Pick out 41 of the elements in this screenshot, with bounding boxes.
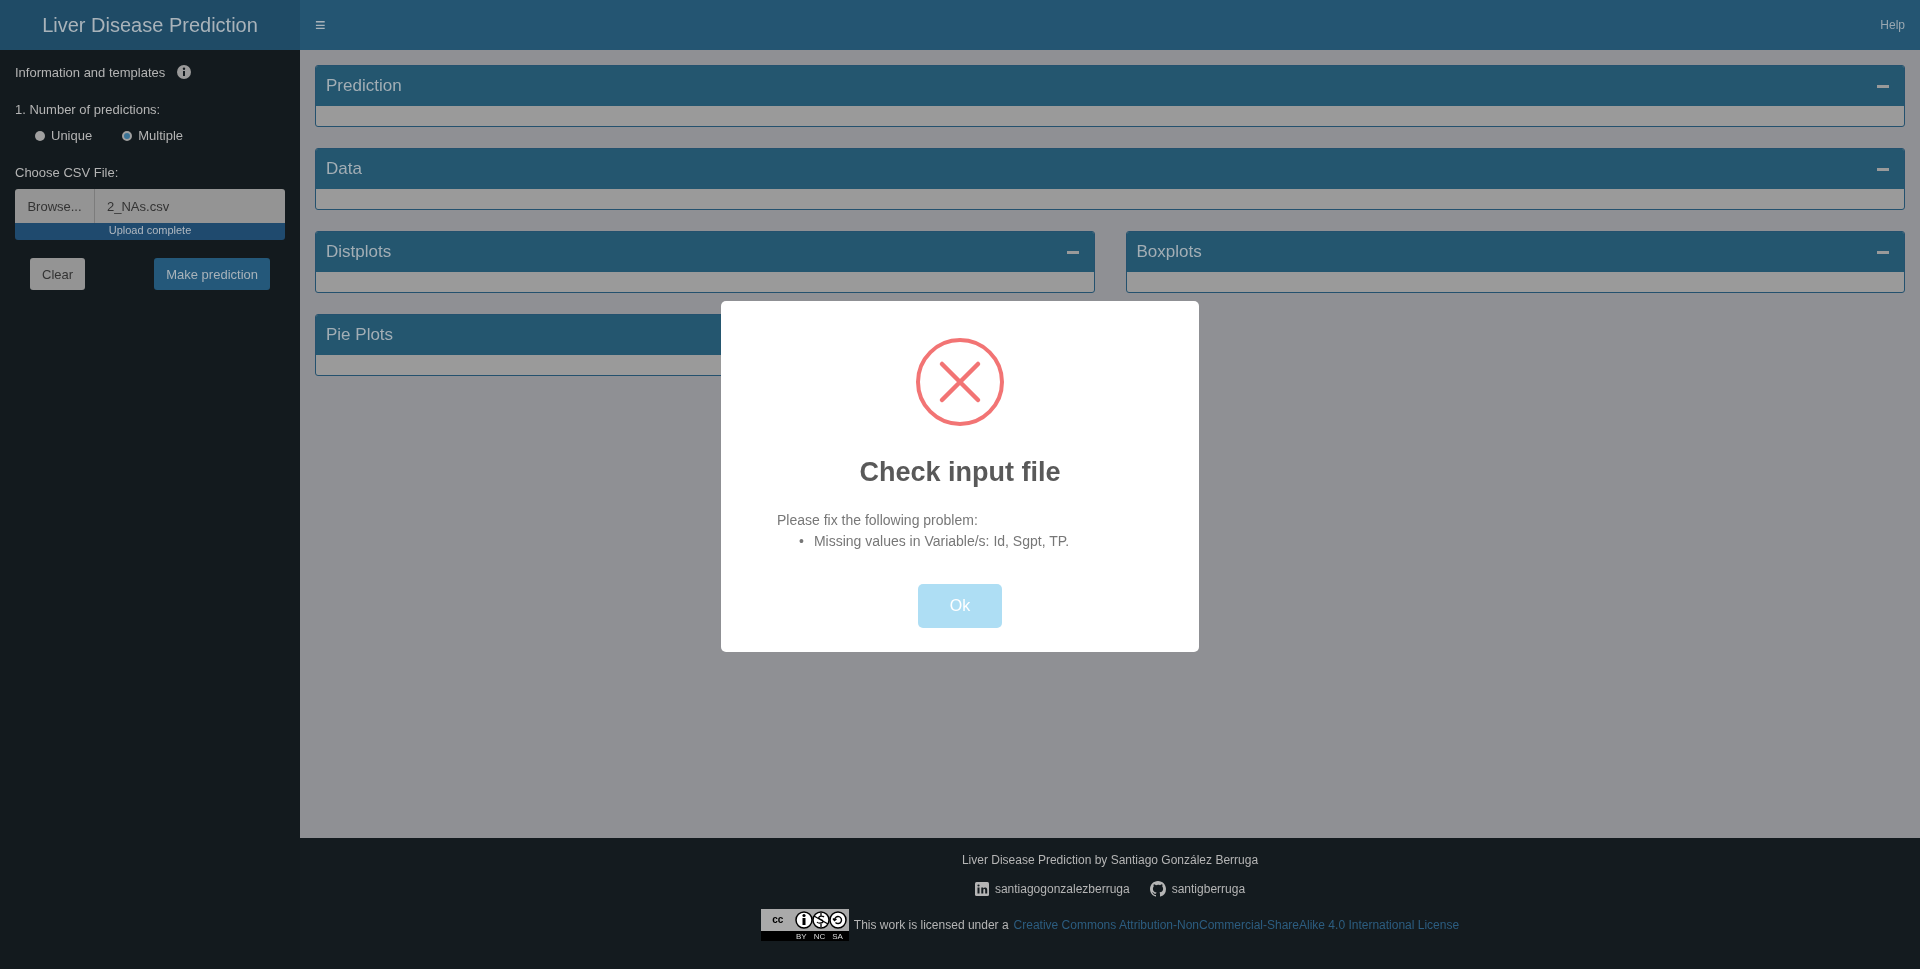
radio-label: Unique xyxy=(51,128,93,143)
info-link[interactable]: Information and templates xyxy=(15,64,166,80)
footer-credit: Liver Disease Prediction by Santiago González Berruga xyxy=(961,853,1259,867)
radio-button[interactable] xyxy=(122,130,133,141)
collapse-icon[interactable] xyxy=(1066,250,1079,254)
panel-title: Boxplots xyxy=(1136,242,1202,262)
profile-link[interactable]: santigberruga xyxy=(1171,882,1246,896)
panel-title: Prediction xyxy=(326,76,402,96)
menu-icon[interactable]: ≡ xyxy=(315,14,326,36)
panel-title: Distplots xyxy=(326,242,392,262)
make-prediction-button[interactable]: Make prediction xyxy=(154,258,270,290)
help-link[interactable]: Help xyxy=(1880,18,1905,32)
dialog-title: Check input file xyxy=(859,457,1061,488)
profile-link[interactable]: santiagogonzalezberruga xyxy=(994,882,1130,896)
radio-button[interactable] xyxy=(35,130,45,141)
license-text: This work is licensed under a xyxy=(853,918,1009,932)
in-logo-icon xyxy=(974,882,989,896)
info-icon xyxy=(177,65,192,79)
license-term: SA xyxy=(832,931,843,941)
radio-label: Multiple xyxy=(138,128,183,143)
error-icon xyxy=(915,337,1005,427)
collapse-icon[interactable] xyxy=(1877,167,1889,171)
problem-item: Missing values in Variable/s: Id, Sgpt, TP. xyxy=(813,532,1070,550)
app-title: Liver Disease Prediction xyxy=(0,0,300,50)
cat-logo-icon xyxy=(1149,881,1166,897)
panel-title: Pie Plots xyxy=(326,325,394,345)
radio-group-label: 1. Number of predictions: xyxy=(15,102,162,117)
license-term: NC xyxy=(813,931,826,941)
browse-button[interactable]: Browse... xyxy=(15,189,95,223)
file-name-field[interactable]: 2_NAs.csv xyxy=(95,189,285,223)
panel-title: Data xyxy=(326,159,362,179)
bullet-mark: • xyxy=(799,532,804,550)
clear-button[interactable]: Clear xyxy=(30,258,86,290)
cc-logo: cc xyxy=(760,909,795,931)
dialog-message: Please fix the following problem: xyxy=(777,512,979,528)
collapse-icon[interactable] xyxy=(1877,250,1889,254)
license-term: BY xyxy=(795,931,807,941)
file-input-label: Choose CSV File: xyxy=(15,165,120,180)
license-link[interactable]: Creative Commons Attribution-NonCommercial-ShareAlike 4.0 International License xyxy=(1013,918,1460,932)
upload-status: Upload complete xyxy=(107,224,193,236)
collapse-icon[interactable] xyxy=(1877,84,1889,88)
